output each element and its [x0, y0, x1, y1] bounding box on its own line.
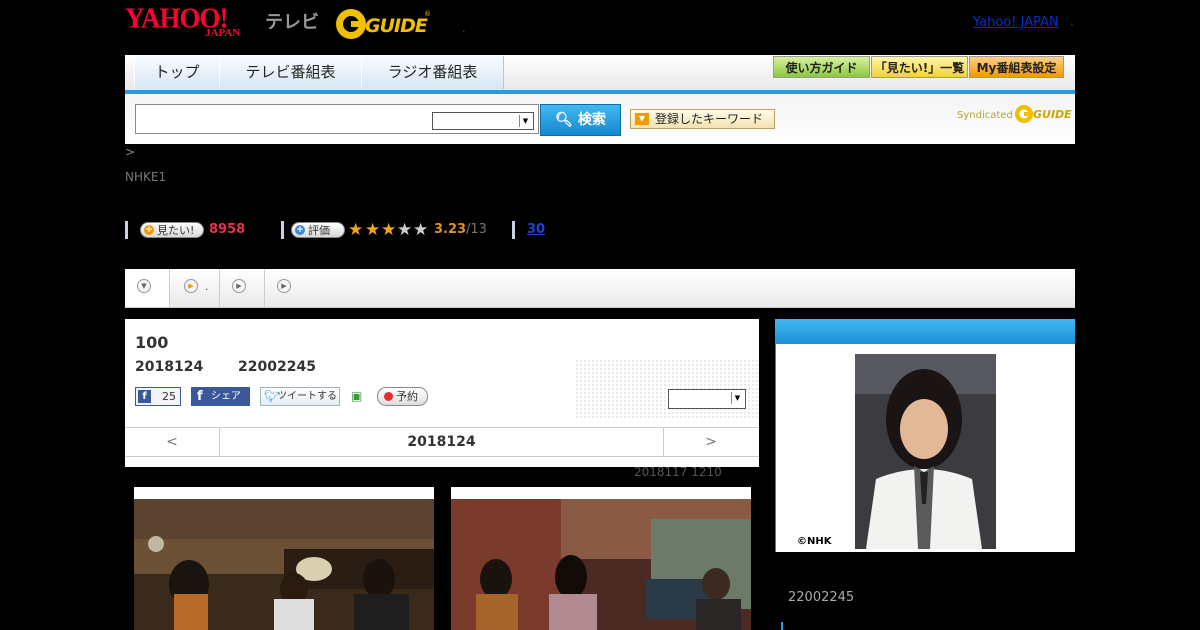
next-date-button[interactable]: >	[663, 428, 758, 456]
program-title: 100	[135, 333, 169, 352]
channel-name: NHKE1	[125, 170, 167, 184]
facebook-icon: f	[138, 390, 151, 403]
want-list-button[interactable]: 「見たい!」一覧	[871, 56, 968, 78]
program-detail-panel: 100 2018124 22002245 f 25 f シェア 🐦︎ ツイートす…	[125, 319, 759, 467]
breadcrumb: >	[125, 145, 136, 159]
subtab-2-label: .	[205, 280, 209, 293]
gguide-logo[interactable]: ® GUIDE	[335, 7, 431, 41]
triangle-down-icon: ▼	[137, 279, 151, 293]
chevron-down-icon: ▼	[635, 113, 649, 125]
rate-label: 評価	[308, 224, 330, 237]
yahoo-japan-logo-text: JAPAN	[205, 27, 241, 39]
reviews-link[interactable]: 30	[527, 222, 545, 237]
gguide-logo-text: GUIDE	[365, 15, 428, 37]
sub-tabs: ▼ ▶ . ▶ ▶	[125, 269, 1075, 308]
star-empty-icon: ★	[413, 220, 429, 240]
search-button-label: 検索	[577, 112, 606, 128]
subtab-3[interactable]: ▶	[220, 269, 265, 307]
search-button[interactable]: 🔍︎ 検索	[540, 104, 621, 136]
yahoo-japan-link[interactable]: Yahoo! JAPAN	[973, 15, 1059, 30]
previous-date-button[interactable]: <	[125, 428, 220, 456]
program-photo-1[interactable]	[134, 487, 434, 630]
registered-keywords-button[interactable]: ▼ 登録したキーワード	[630, 109, 775, 129]
date-pager: < 2018124 >	[125, 427, 759, 457]
rating-value: 3.23	[434, 222, 467, 237]
star-icon: ★	[381, 220, 397, 240]
tab-radio-listings[interactable]: ラジオ番組表	[361, 56, 504, 89]
stat-divider	[512, 221, 515, 239]
plus-icon: +	[295, 225, 305, 235]
play-icon: ▶	[232, 279, 246, 293]
tab-top[interactable]: トップ	[134, 56, 220, 89]
star-icon: ★	[365, 220, 381, 240]
program-photo-2[interactable]	[451, 487, 751, 630]
search-bar: ▼ 🔍︎ 検索 ▼ 登録したキーワード Syndicated GUIDE	[125, 94, 1075, 144]
calendar-add-icon[interactable]: ▣	[351, 389, 365, 403]
updated-timestamp: 2018117 1210	[634, 465, 722, 479]
search-icon: 🔍︎	[555, 112, 573, 128]
play-icon: ▶	[277, 279, 291, 293]
facebook-share-label: シェア	[211, 391, 241, 402]
sidebar-time: 22002245	[788, 590, 855, 605]
tv-label: テレビ	[265, 12, 319, 33]
facebook-like-button[interactable]: f 25	[135, 387, 181, 406]
stat-divider	[281, 221, 284, 239]
tweet-button[interactable]: 🐦︎ ツイートする	[260, 387, 340, 406]
main-nav: トップ テレビ番組表 ラジオ番組表 使い方ガイド 「見たい!」一覧 My番組表設…	[125, 55, 1075, 94]
program-time: 22002245	[238, 359, 316, 375]
registered-keywords-label: 登録したキーワード	[655, 112, 764, 126]
stat-divider	[125, 221, 128, 239]
photo-cafe-scene	[134, 499, 434, 630]
tweet-label: ツイートする	[277, 391, 337, 402]
my-listings-settings-button[interactable]: My番組表設定	[969, 56, 1064, 78]
header-dot-right: .	[1070, 14, 1074, 28]
rate-button[interactable]: + 評価	[291, 222, 345, 238]
plus-icon: +	[144, 225, 154, 235]
photo-person-portrait	[796, 354, 1055, 549]
subtab-4[interactable]: ▶	[265, 269, 305, 307]
facebook-like-count: 25	[162, 390, 176, 403]
syndicated-logo-text: GUIDE	[1033, 108, 1072, 121]
chevron-down-icon: ▼	[519, 115, 531, 127]
star-empty-icon: ★	[397, 220, 413, 240]
search-category-select[interactable]: ▼	[432, 112, 534, 130]
program-action-select[interactable]: ▼	[668, 389, 746, 409]
rating-count: /13	[466, 222, 487, 237]
sidebar-header	[775, 319, 1075, 344]
want-label: 見たい!	[157, 224, 195, 237]
syndicated-gguide-logo: GUIDE	[1014, 103, 1072, 125]
record-icon	[384, 392, 393, 401]
photo-shop-scene	[451, 499, 751, 630]
photo-credit: ©NHK	[797, 536, 832, 547]
header-dot: .	[462, 22, 466, 35]
tab-tv-listings[interactable]: テレビ番組表	[219, 56, 362, 89]
program-date: 2018124	[135, 359, 204, 375]
cast-photo[interactable]: ©NHK	[796, 354, 1055, 549]
facebook-share-button[interactable]: f シェア	[191, 387, 250, 406]
play-icon: ▶	[184, 279, 198, 293]
subtab-2[interactable]: ▶ .	[170, 269, 220, 307]
guide-button[interactable]: 使い方ガイド	[773, 56, 870, 78]
pager-date: 2018124	[407, 434, 476, 450]
star-icon: ★	[348, 220, 364, 240]
syndicated-label: Syndicated	[957, 110, 1013, 121]
subtab-1[interactable]: ▼	[125, 269, 170, 307]
reserve-button[interactable]: 予約	[377, 387, 428, 406]
reserve-label: 予約	[396, 390, 418, 403]
chevron-down-icon: ▼	[731, 392, 743, 404]
want-count: 8958	[209, 222, 246, 237]
sidebar-accent-bar	[781, 622, 783, 630]
facebook-icon: f	[197, 389, 203, 404]
want-button[interactable]: + 見たい!	[140, 222, 204, 238]
twitter-bird-icon: 🐦︎	[264, 389, 280, 403]
